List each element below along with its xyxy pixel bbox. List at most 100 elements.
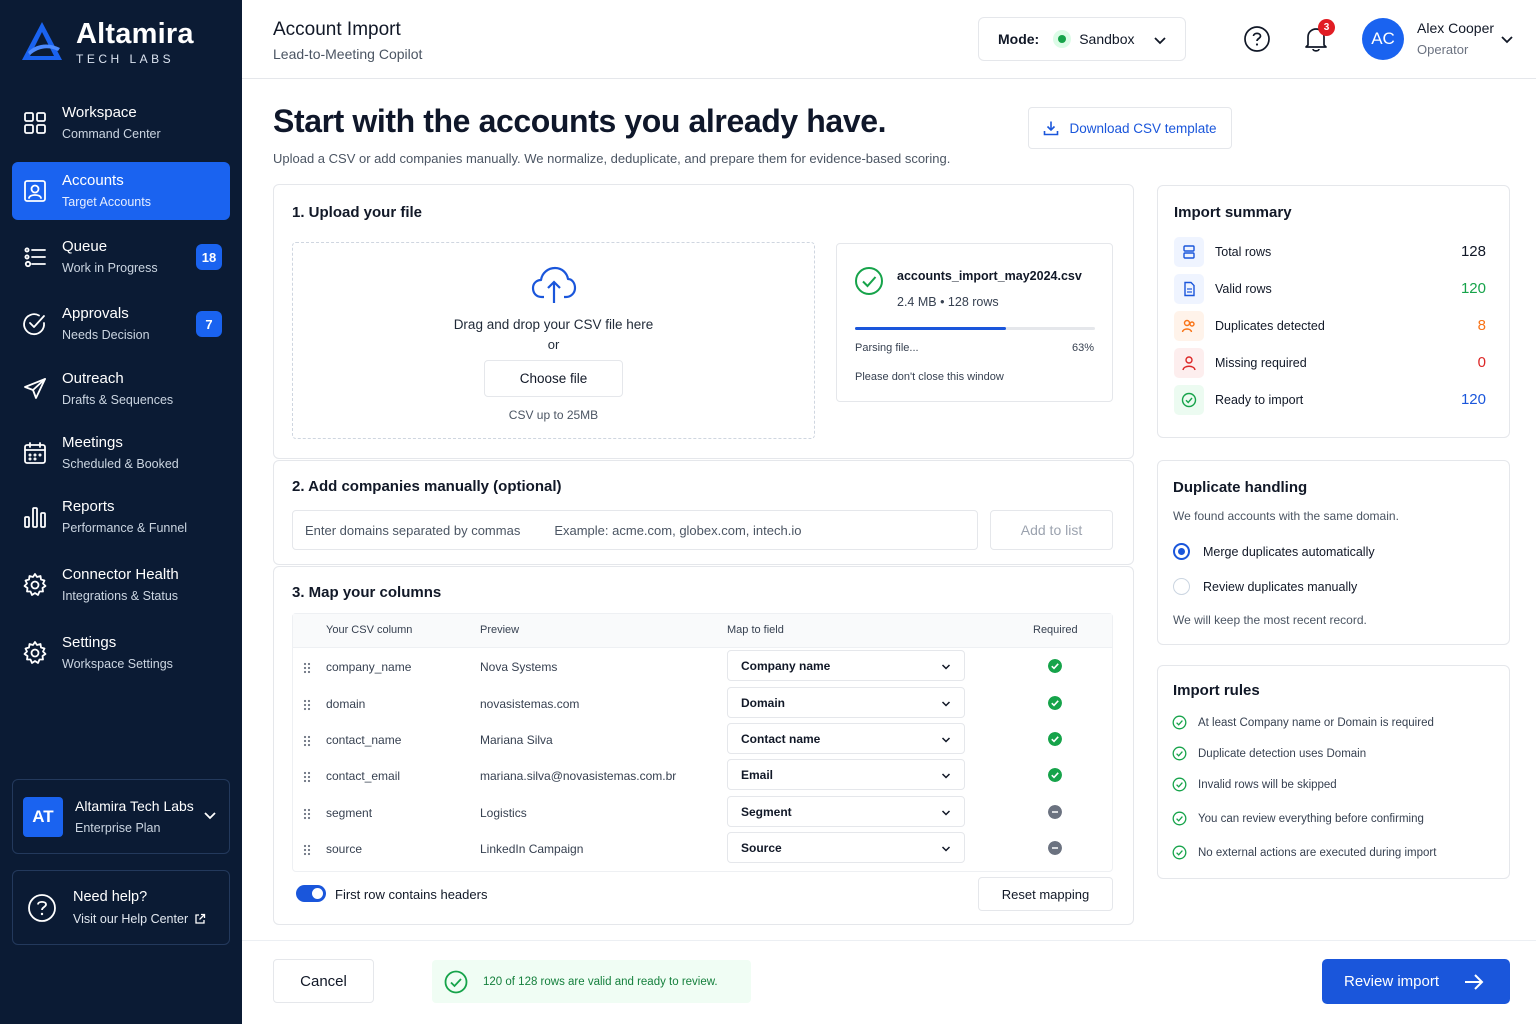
sidebar-item-subtitle: Target Accounts xyxy=(62,195,151,209)
file-dropzone[interactable]: Drag and drop your CSV file here or Choo… xyxy=(292,242,815,439)
summary-label: Missing required xyxy=(1215,356,1307,370)
user-avatar[interactable]: AC xyxy=(1362,18,1404,60)
notifications-button[interactable]: 3 xyxy=(1299,19,1335,56)
review-import-button[interactable]: Review import xyxy=(1322,959,1510,1004)
summary-label: Ready to import xyxy=(1215,393,1304,407)
file-progress-card: accounts_import_may2024.csv 2.4 MB • 128… xyxy=(836,243,1113,402)
review-duplicates-option[interactable]: Review duplicates manually xyxy=(1173,578,1357,595)
preview-value: Nova Systems xyxy=(480,660,558,674)
field-select[interactable]: Source xyxy=(727,832,965,863)
document-icon xyxy=(1174,274,1204,304)
add-to-list-button[interactable]: Add to list xyxy=(990,510,1113,550)
optional-minus-icon xyxy=(1048,805,1062,819)
file-meta: 2.4 MB • 128 rows xyxy=(897,295,999,309)
sidebar-item-reports[interactable]: Reports Performance & Funnel xyxy=(12,488,230,546)
domains-example: Example: acme.com, globex.com, intech.io xyxy=(554,522,802,538)
first-row-headers-toggle[interactable] xyxy=(296,885,326,902)
sidebar-item-outreach[interactable]: Outreach Drafts & Sequences xyxy=(12,360,230,418)
summary-row: Total rows 128 xyxy=(1174,237,1486,267)
review-option-label: Review duplicates manually xyxy=(1203,579,1358,594)
drop-instruction: Drag and drop your CSV file here xyxy=(453,317,654,332)
sidebar-item-subtitle: Command Center xyxy=(62,127,161,141)
drag-handle-icon[interactable] xyxy=(303,699,311,711)
drag-handle-icon[interactable] xyxy=(303,844,311,856)
chevron-down-icon xyxy=(204,812,216,820)
org-plan: Enterprise Plan xyxy=(75,821,161,835)
field-select[interactable]: Email xyxy=(727,759,965,790)
rule-text: At least Company name or Domain is requi… xyxy=(1198,716,1434,729)
field-select[interactable]: Domain xyxy=(727,687,965,718)
cloud-upload-icon xyxy=(531,266,577,303)
mapping-title: 3. Map your columns xyxy=(292,584,442,601)
paper-plane-icon xyxy=(22,376,48,402)
sidebar-item-approvals[interactable]: Approvals Needs Decision 7 xyxy=(12,295,230,353)
external-link-icon xyxy=(195,913,206,924)
help-circle-icon xyxy=(28,893,56,922)
summary-value: 0 xyxy=(1477,354,1486,371)
approvals-count-badge: 7 xyxy=(196,311,222,337)
org-avatar: AT xyxy=(23,796,63,837)
summary-label: Total rows xyxy=(1215,245,1272,259)
parse-percent: 63% xyxy=(1071,342,1094,354)
duplicates-title: Duplicate handling xyxy=(1173,479,1308,496)
choose-file-button[interactable]: Choose file xyxy=(484,360,623,397)
sidebar-item-subtitle: Workspace Settings xyxy=(62,657,173,671)
sidebar-item-subtitle: Integrations & Status xyxy=(62,589,179,603)
radio-unselected[interactable] xyxy=(1173,578,1190,595)
notification-count-badge: 3 xyxy=(1318,19,1335,36)
chevron-down-icon xyxy=(1154,37,1166,45)
sidebar-item-meetings[interactable]: Meetings Scheduled & Booked xyxy=(12,424,230,482)
sidebar-item-connector-health[interactable]: Connector Health Integrations & Status xyxy=(12,556,230,614)
field-select-value: Segment xyxy=(741,804,792,819)
sidebar-item-title: Queue xyxy=(62,238,108,255)
sidebar: Altamira TECH LABS Workspace Command Cent… xyxy=(0,0,242,1024)
sidebar-item-title: Outreach xyxy=(62,370,124,387)
sidebar-item-title: Workspace xyxy=(62,104,137,121)
chevron-down-icon xyxy=(941,701,951,707)
domains-input[interactable]: Enter domains separated by commas Exampl… xyxy=(292,510,978,550)
download-csv-template-button[interactable]: Download CSV template xyxy=(1028,107,1232,149)
sidebar-item-settings[interactable]: Settings Workspace Settings xyxy=(12,624,230,682)
drag-handle-icon[interactable] xyxy=(303,735,311,747)
org-switcher[interactable]: AT Altamira Tech Labs Enterprise Plan xyxy=(12,779,230,854)
status-dot-icon xyxy=(1053,30,1072,48)
brand: Altamira TECH LABS xyxy=(18,18,194,66)
field-select-value: Contact name xyxy=(741,731,821,746)
field-select[interactable]: Segment xyxy=(727,796,965,827)
help-center-link[interactable]: Visit our Help Center xyxy=(73,912,206,926)
drag-handle-icon[interactable] xyxy=(303,771,311,783)
chevron-down-icon[interactable] xyxy=(1500,32,1514,46)
rule-item: No external actions are executed during … xyxy=(1172,845,1436,860)
sidebar-item-accounts[interactable]: Accounts Target Accounts xyxy=(12,162,230,220)
field-select[interactable]: Contact name xyxy=(727,723,965,754)
rule-item: You can review everything before confirm… xyxy=(1172,811,1424,826)
manual-title: 2. Add companies manually (optional) xyxy=(292,478,562,495)
users-icon xyxy=(1174,311,1204,341)
drag-handle-icon[interactable] xyxy=(303,662,311,674)
reset-mapping-button[interactable]: Reset mapping xyxy=(978,877,1113,911)
check-circle-icon xyxy=(22,311,48,337)
help-button[interactable] xyxy=(1240,22,1274,56)
first-row-headers-label: First row contains headers xyxy=(335,887,488,902)
check-circle-icon xyxy=(1174,385,1204,415)
file-size-hint: CSV up to 25MB xyxy=(508,408,599,422)
cancel-button[interactable]: Cancel xyxy=(273,959,374,1003)
sidebar-item-title: Approvals xyxy=(62,305,129,322)
summary-row: Valid rows 120 xyxy=(1174,274,1486,304)
domains-placeholder: Enter domains separated by commas xyxy=(305,522,521,538)
rule-text: You can review everything before confirm… xyxy=(1198,812,1424,825)
preview-value: Mariana Silva xyxy=(480,733,553,747)
summary-label: Duplicates detected xyxy=(1215,319,1325,333)
field-select-value: Email xyxy=(741,767,774,782)
drag-handle-icon[interactable] xyxy=(303,808,311,820)
preview-value: Logistics xyxy=(480,806,527,820)
field-select[interactable]: Company name xyxy=(727,650,965,681)
merge-duplicates-option[interactable]: Merge duplicates automatically xyxy=(1173,543,1375,560)
sidebar-item-workspace[interactable]: Workspace Command Center xyxy=(12,94,230,152)
help-card[interactable]: Need help? Visit our Help Center xyxy=(12,870,230,945)
radio-selected[interactable] xyxy=(1173,543,1190,560)
sidebar-item-queue[interactable]: Queue Work in Progress 18 xyxy=(12,228,230,286)
page-subtitle: Lead-to-Meeting Copilot xyxy=(273,46,423,62)
summary-label: Valid rows xyxy=(1215,282,1272,296)
mode-select[interactable]: Mode: Sandbox xyxy=(978,17,1186,61)
